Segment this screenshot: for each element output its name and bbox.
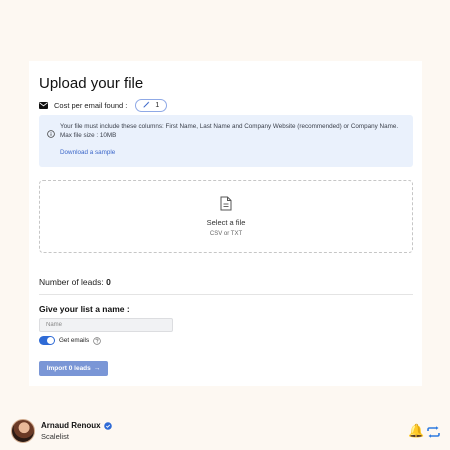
cost-label: Cost per email found : bbox=[54, 101, 128, 110]
avatar[interactable] bbox=[11, 419, 35, 443]
list-name-heading: Give your list a name : bbox=[39, 304, 130, 314]
cost-pill[interactable]: 1 bbox=[135, 99, 168, 112]
dropzone-label: Select a file bbox=[206, 218, 246, 227]
leads-label: Number of leads: bbox=[39, 277, 104, 287]
dropzone-formats: CSV or TXT bbox=[209, 231, 243, 237]
author-block[interactable]: Arnaud Renoux Scalelist bbox=[11, 419, 112, 443]
author-name-row: Arnaud Renoux bbox=[41, 421, 112, 430]
wand-icon bbox=[143, 101, 150, 110]
author-info: Arnaud Renoux Scalelist bbox=[41, 421, 112, 441]
author-company: Scalelist bbox=[41, 432, 69, 441]
get-emails-toggle[interactable] bbox=[39, 336, 55, 345]
cost-row: Cost per email found : 1 bbox=[39, 99, 168, 112]
download-sample-link[interactable]: Download a sample bbox=[60, 149, 115, 156]
arrow-right-icon: → bbox=[93, 365, 101, 372]
help-icon[interactable] bbox=[93, 336, 101, 345]
mail-icon bbox=[39, 102, 48, 109]
page-title: Upload your file bbox=[39, 75, 144, 92]
cost-value: 1 bbox=[155, 102, 160, 109]
upload-card: Upload your file Cost per email found : … bbox=[29, 61, 422, 386]
get-emails-label: Get emails bbox=[59, 337, 90, 344]
divider bbox=[39, 294, 413, 295]
leads-count: 0 bbox=[106, 277, 111, 287]
list-name-input[interactable] bbox=[39, 318, 173, 332]
get-emails-row: Get emails bbox=[39, 336, 101, 345]
repost-icon[interactable] bbox=[426, 425, 441, 443]
import-leads-button[interactable]: Import 0 leads → bbox=[39, 361, 108, 376]
info-text: Your file must include these columns: Fi… bbox=[60, 123, 399, 139]
verified-icon bbox=[103, 421, 112, 430]
file-icon bbox=[220, 196, 232, 216]
leads-count-row: Number of leads: 0 bbox=[39, 277, 111, 287]
info-icon bbox=[47, 125, 55, 143]
author-name[interactable]: Arnaud Renoux bbox=[41, 421, 101, 430]
file-dropzone[interactable]: Select a file CSV or TXT bbox=[39, 180, 413, 253]
bell-icon[interactable]: 🔔 bbox=[408, 423, 424, 439]
info-callout: Your file must include these columns: Fi… bbox=[39, 115, 413, 167]
import-label: Import 0 leads bbox=[46, 365, 91, 372]
